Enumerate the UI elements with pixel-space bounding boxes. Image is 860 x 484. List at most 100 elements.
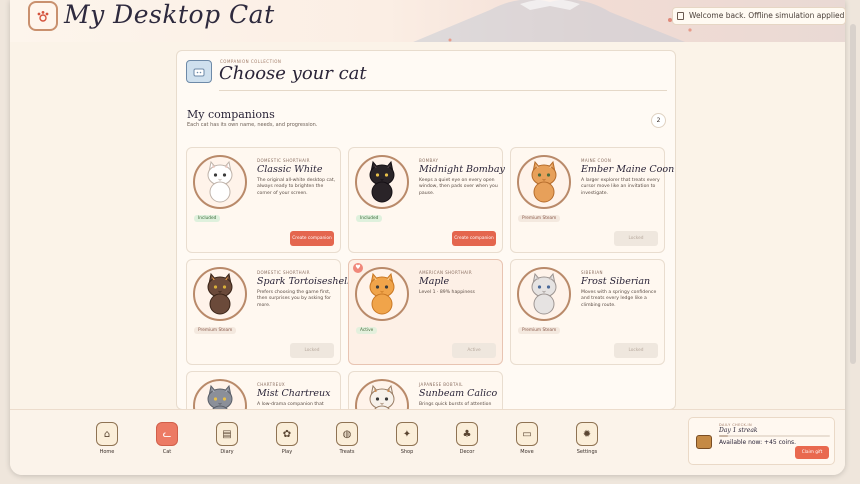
dock-label: Settings: [576, 449, 598, 455]
locked-button[interactable]: Locked: [290, 343, 334, 358]
home-icon: ⌂: [96, 422, 118, 446]
cat-description: Moves with a springy confidence and trea…: [581, 290, 657, 308]
cat-status-badge: Included: [194, 215, 221, 222]
cat-description: Prefers choosing the game first, then su…: [257, 290, 332, 308]
cat-portrait: [355, 267, 409, 321]
cat-card[interactable]: DOMESTIC SHORTHAIR Spark Tortoiseshell Pre…: [186, 259, 350, 365]
create-companion-button[interactable]: Create companion: [290, 231, 334, 246]
cat-description: The original all-white desktop cat, alwa…: [257, 178, 336, 196]
favorite-heart-icon[interactable]: ♥: [353, 263, 363, 273]
cat-portrait: [193, 155, 247, 209]
app-window: My Desktop Cat COMPANION COLLECTION Choo…: [10, 0, 845, 475]
active-button[interactable]: Active: [452, 343, 496, 358]
cat-card[interactable]: MAINE COON Ember Maine Coon A larger explo…: [510, 147, 674, 253]
shop-icon: ✦: [396, 422, 418, 446]
cat-description: Brings quick bursts of attention: [419, 402, 492, 407]
dock-label: Diary: [220, 449, 234, 455]
dock-item-home[interactable]: ⌂ Home: [87, 422, 127, 464]
paw-icon[interactable]: [28, 1, 58, 31]
dock-label: Treats: [339, 449, 355, 455]
streak-progress-bar: [719, 435, 830, 437]
scrollbar-thumb[interactable]: [850, 24, 856, 364]
dock-item-treats[interactable]: ◍ Treats: [327, 422, 367, 464]
dock-label: Decor: [459, 449, 475, 455]
cat-description: A larger explorer that treats every curs…: [581, 178, 660, 196]
dock-item-diary[interactable]: ▤ Diary: [207, 422, 247, 464]
cat-name: Ember Maine Coon: [581, 164, 675, 175]
page-title: Choose your cat: [219, 63, 367, 84]
cat-description: Level 1 · 89% happiness: [419, 290, 475, 295]
toast-text: Welcome back. Offline simulation applied…: [689, 11, 845, 20]
dock-label: Shop: [400, 449, 414, 455]
cat-name: Mist Chartreux: [257, 388, 331, 399]
cat-status-badge: Active: [356, 327, 378, 334]
cat-breed: JAPANESE BOBTAIL: [419, 382, 463, 387]
cat-breed: BOMBAY: [419, 158, 439, 163]
welcome-toast: Welcome back. Offline simulation applied…: [672, 7, 846, 25]
cat-breed: MAINE COON: [581, 158, 612, 163]
settings-icon: ✹: [576, 422, 598, 446]
dock-label: Play: [281, 449, 293, 455]
daily-streak-card: DAILY CHECK-IN Day 1 streak Available no…: [688, 417, 835, 465]
cat-portrait: [193, 379, 247, 409]
cat-name: Midnight Bombay: [419, 164, 505, 175]
cat-status-badge: Premium Steam: [518, 327, 561, 334]
cat-breed: AMERICAN SHORTHAIR: [419, 270, 472, 275]
divider: [219, 90, 667, 91]
bottom-dock: ⌂ Home ᓚ Cat ▤ Diary ✿ Play ◍ Treats ✦ Shop ♣ Decor ▭ M…: [10, 409, 845, 475]
cat-portrait: [355, 155, 409, 209]
dock-item-move[interactable]: ▭ Move: [507, 422, 547, 464]
cat-card[interactable]: JAPANESE BOBTAIL Sunbeam Calico Brings qui…: [348, 371, 503, 409]
cat-breed: SIBERIAN: [581, 270, 603, 275]
dock-label: Cat: [162, 449, 172, 455]
claim-gift-button[interactable]: Claim gift: [795, 446, 829, 459]
dock-label: Home: [99, 449, 115, 455]
cat-card[interactable]: CHARTREUX Mist Chartreux A low-drama compa…: [186, 371, 341, 409]
cat-portrait: [193, 267, 247, 321]
cat-portrait: [355, 379, 409, 409]
locked-button[interactable]: Locked: [614, 231, 658, 246]
cat-card[interactable]: BOMBAY Midnight Bombay Keeps a quiet eye o…: [348, 147, 505, 253]
dock-item-cat[interactable]: ᓚ Cat: [147, 422, 187, 464]
play-icon: ✿: [276, 422, 298, 446]
dock-label: Move: [520, 449, 534, 455]
scrollbar[interactable]: [849, 0, 857, 400]
cat-breed: DOMESTIC SHORTHAIR: [257, 270, 310, 275]
cat-breed: DOMESTIC SHORTHAIR: [257, 158, 310, 163]
streak-title: Day 1 streak: [719, 427, 758, 434]
treasure-chest-icon: [696, 435, 712, 449]
cat-icon: ᓚ: [156, 422, 178, 446]
cat-name: Maple: [419, 276, 450, 287]
app-title: My Desktop Cat: [64, 0, 275, 29]
cat-name: Sunbeam Calico: [419, 388, 498, 399]
diary-icon: ▤: [216, 422, 238, 446]
cat-card[interactable]: DOMESTIC SHORTHAIR Classic White The origi…: [186, 147, 341, 253]
cat-description: A low-drama companion that: [257, 402, 324, 407]
dock-item-shop[interactable]: ✦ Shop: [387, 422, 427, 464]
decor-icon: ♣: [456, 422, 478, 446]
cat-name: Frost Siberian: [581, 276, 651, 287]
cat-description: Keeps a quiet eye on every open window, …: [419, 178, 498, 196]
companion-panel: COMPANION COLLECTION Choose your cat My …: [176, 50, 676, 410]
cat-status-badge: Premium Steam: [194, 327, 237, 334]
dock-item-decor[interactable]: ♣ Decor: [447, 422, 487, 464]
cat-portrait: [517, 155, 571, 209]
move-icon: ▭: [516, 422, 538, 446]
dock-item-settings[interactable]: ✹ Settings: [567, 422, 607, 464]
cat-card[interactable]: ♥ AMERICAN SHORTHAIR Maple Level 1 · 89% ha…: [348, 259, 503, 365]
cat-card[interactable]: SIBERIAN Frost Siberian Moves with a sprin…: [510, 259, 665, 365]
cat-status-badge: Premium Steam: [518, 215, 561, 222]
cat-status-badge: Included: [356, 215, 383, 222]
cat-name: Spark Tortoiseshell: [257, 276, 351, 287]
locked-button[interactable]: Locked: [614, 343, 658, 358]
treats-icon: ◍: [336, 422, 358, 446]
companion-count-badge[interactable]: 2: [651, 113, 666, 128]
dock-item-play[interactable]: ✿ Play: [267, 422, 307, 464]
cat-breed: CHARTREUX: [257, 382, 286, 387]
cat-frame-icon: [186, 60, 212, 83]
cat-portrait: [517, 267, 571, 321]
cat-name: Classic White: [257, 164, 323, 175]
section-title: My companions: [187, 108, 275, 121]
streak-available-text: Available now: +45 coins.: [719, 439, 797, 446]
create-companion-button[interactable]: Create companion: [452, 231, 496, 246]
